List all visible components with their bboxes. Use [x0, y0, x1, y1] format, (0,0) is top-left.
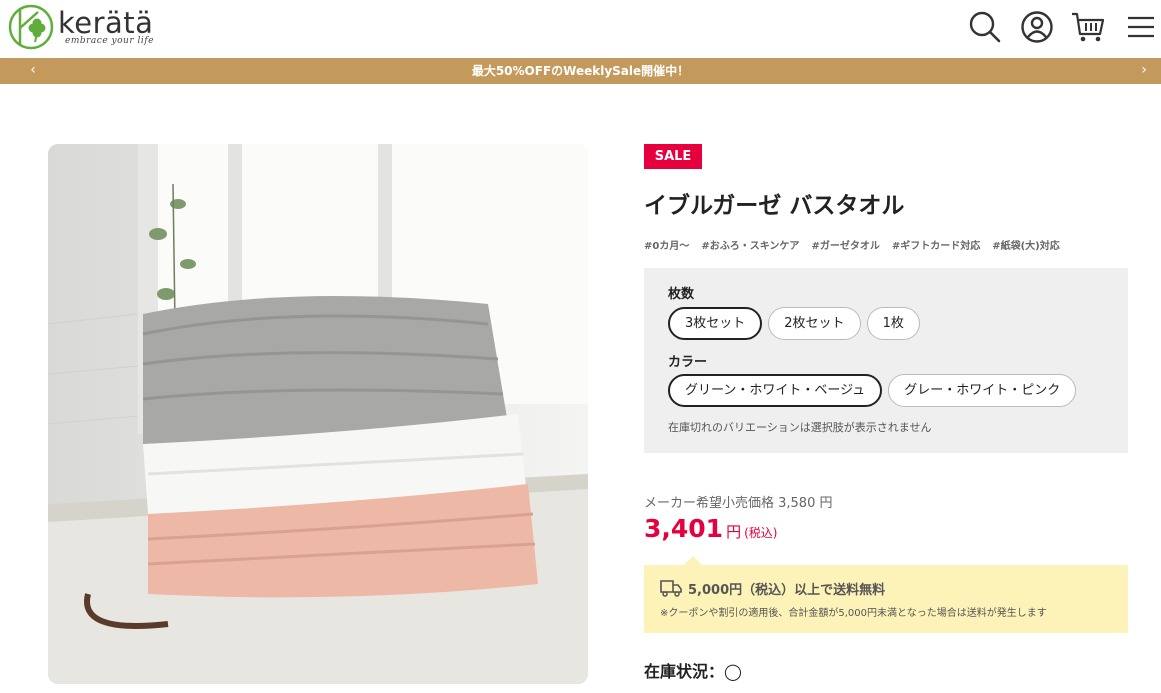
tag-link[interactable]: #0カ月〜 — [644, 237, 689, 252]
account-icon[interactable] — [1020, 10, 1054, 44]
variant-note: 在庫切れのバリエーションは選択肢が表示されません — [668, 421, 932, 434]
product-title: イブルガーゼ バスタオル — [644, 193, 905, 219]
stock-value: ◯ — [724, 662, 742, 681]
color-option-gray-white-pink[interactable]: グレー・ホワイト・ピンク — [888, 374, 1077, 407]
site-header: kerätä embrace your life — [0, 0, 1161, 58]
stock-label: 在庫状況： — [644, 662, 725, 681]
cart-icon[interactable] — [1071, 10, 1105, 44]
tag-link[interactable]: #ギフトカード対応 — [892, 237, 980, 252]
tag-link[interactable]: #おふろ・スキンケア — [701, 237, 799, 252]
tag-link[interactable]: #ガーゼタオル — [811, 237, 879, 252]
product-tags: #0カ月〜 #おふろ・スキンケア #ガーゼタオル #ギフトカード対応 #紙袋(大… — [644, 237, 1060, 252]
announcement-text[interactable]: 最大50%OFFのWeeklySale開催中！ — [0, 58, 1161, 84]
search-icon[interactable] — [968, 10, 1002, 44]
announcement-next-icon[interactable]: › — [1131, 58, 1157, 84]
sale-badge: SALE — [644, 144, 702, 169]
menu-icon[interactable] — [1124, 10, 1158, 44]
color-label: カラー — [668, 355, 708, 370]
notice-pointer — [684, 556, 702, 565]
announcement-bar: 最大50%OFFのWeeklySale開催中！ ‹ › — [0, 58, 1161, 84]
shipping-note: ※クーポンや割引の適用後、合計金額が5,000円未満となった場合は送料が発生しま… — [660, 608, 1047, 619]
price-amount: 3,401 — [644, 514, 724, 543]
quantity-label: 枚数 — [668, 287, 695, 302]
quantity-options: 3枚セット 2枚セット 1枚 — [668, 307, 920, 340]
clover-logo-icon — [8, 4, 54, 50]
color-options: グリーン・ホワイト・ベージュ グレー・ホワイト・ピンク — [668, 374, 1077, 407]
color-option-green-white-beige[interactable]: グリーン・ホワイト・ベージュ — [668, 374, 883, 407]
product-image[interactable] — [48, 144, 588, 684]
logo-wordmark: kerätä — [58, 6, 154, 40]
quantity-option-2-set[interactable]: 2枚セット — [768, 307, 861, 340]
price-currency: 円 — [726, 523, 742, 541]
tag-link[interactable]: #紙袋(大)対応 — [992, 237, 1060, 252]
variant-selector: 枚数 3枚セット 2枚セット 1枚 カラー グリーン・ホワイト・ベージュ グレー… — [644, 268, 1128, 453]
sale-price: 3,401 円 (税込) — [644, 514, 777, 543]
site-logo[interactable]: kerätä embrace your life — [8, 4, 160, 50]
price-tax-label: (税込) — [744, 526, 778, 540]
logo-tagline: embrace your life — [65, 36, 154, 46]
stock-status: 在庫状況：◯ — [644, 658, 742, 682]
msrp-price: メーカー希望小売価格 3,580 円 — [644, 496, 833, 511]
quantity-option-3-set[interactable]: 3枚セット — [668, 307, 763, 340]
quantity-option-1[interactable]: 1枚 — [866, 307, 920, 340]
shipping-title: 5,000円（税込）以上で送料無料 — [688, 583, 886, 598]
free-shipping-notice: 5,000円（税込）以上で送料無料 ※クーポンや割引の適用後、合計金額が5,00… — [644, 556, 1128, 633]
truck-icon — [660, 580, 682, 597]
announcement-prev-icon[interactable]: ‹ — [20, 58, 46, 84]
